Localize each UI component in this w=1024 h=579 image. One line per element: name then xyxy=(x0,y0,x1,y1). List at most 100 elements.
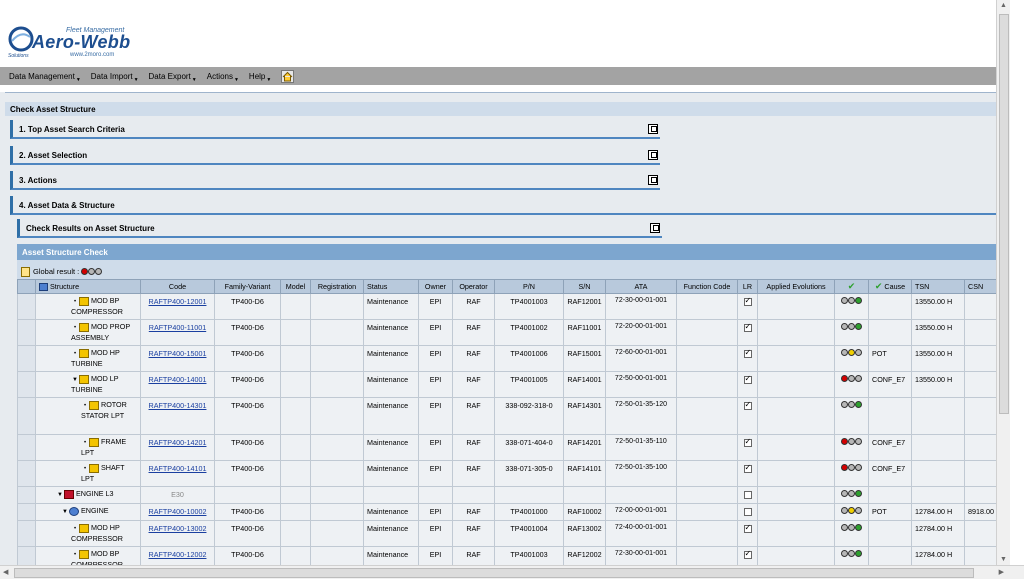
row-selector[interactable] xyxy=(17,397,36,435)
menu-help[interactable]: Help▼ xyxy=(249,72,271,83)
tree-toggle-icon[interactable]: ▼ xyxy=(61,508,69,517)
structure-cell[interactable]: • MOD HP TURBINE xyxy=(35,345,141,372)
scroll-down-icon[interactable]: ▼ xyxy=(1000,556,1007,563)
row-selector[interactable] xyxy=(17,434,36,461)
structure-cell[interactable]: • ROTOR STATOR LPT xyxy=(35,397,141,435)
table-row[interactable]: • ROTOR STATOR LPT RAFTP400-14301 TP400-D6 M… xyxy=(17,397,1006,435)
tree-toggle-icon[interactable]: • xyxy=(71,350,79,359)
structure-cell[interactable]: • MOD BP COMPRESSOR xyxy=(35,293,141,320)
filter-icon[interactable] xyxy=(21,266,30,277)
lr-checkbox[interactable] xyxy=(743,322,752,333)
structure-cell[interactable]: • MOD BP COMPRESSOR xyxy=(35,546,141,565)
lr-cell[interactable] xyxy=(737,371,758,398)
code-cell[interactable]: RAFTP400-12002 xyxy=(140,546,215,565)
lr-checkbox[interactable] xyxy=(743,437,752,448)
col-tsn[interactable]: TSN xyxy=(911,279,965,294)
code-cell[interactable]: RAFTP400-13002 xyxy=(140,520,215,547)
row-selector[interactable] xyxy=(17,520,36,547)
structure-cell[interactable]: • MOD PROP ASSEMBLY xyxy=(35,319,141,346)
col-code[interactable]: Code xyxy=(140,279,215,294)
col-sn[interactable]: S/N xyxy=(563,279,606,294)
tree-toggle-icon[interactable]: • xyxy=(71,551,79,560)
tree-toggle-icon[interactable]: • xyxy=(81,402,89,411)
lr-checkbox[interactable] xyxy=(743,296,752,307)
table-row[interactable]: • MOD HP COMPRESSOR RAFTP400-13002 TP400-D6… xyxy=(17,520,1006,547)
lr-cell[interactable] xyxy=(737,520,758,547)
code-cell[interactable]: RAFTP400-14301 xyxy=(140,397,215,435)
row-selector[interactable] xyxy=(17,293,36,320)
menu-data-management[interactable]: Data Management▼ xyxy=(9,72,81,83)
structure-cell[interactable]: ▼ ENGINE xyxy=(35,503,141,521)
structure-cell[interactable]: • SHAFT LPT xyxy=(35,460,141,487)
col-owner[interactable]: Owner xyxy=(418,279,453,294)
code-cell[interactable]: RAFTP400-14001 xyxy=(140,371,215,398)
asset-code-link[interactable]: RAFTP400-14201 xyxy=(149,438,207,447)
code-cell[interactable]: RAFTP400-11001 xyxy=(140,319,215,346)
structure-cell[interactable]: • FRAME LPT xyxy=(35,434,141,461)
section-asset-data[interactable]: 4. Asset Data & Structure xyxy=(10,196,1010,215)
col-structure[interactable]: Structure xyxy=(35,279,141,294)
table-row[interactable]: • MOD BP COMPRESSOR RAFTP400-12002 TP400-D6… xyxy=(17,546,1006,565)
scroll-thumb[interactable] xyxy=(999,14,1009,414)
lr-cell[interactable] xyxy=(737,503,758,521)
lr-cell[interactable] xyxy=(737,434,758,461)
asset-code-link[interactable]: RAFTP400-10002 xyxy=(149,507,207,516)
home-icon[interactable] xyxy=(281,69,295,83)
section-actions[interactable]: 3. Actions xyxy=(10,171,660,190)
table-row[interactable]: • FRAME LPT RAFTP400-14201 TP400-D6 Maintena… xyxy=(17,434,1006,461)
col-pn[interactable]: P/N xyxy=(494,279,564,294)
scroll-thumb[interactable] xyxy=(14,568,974,578)
lr-cell[interactable] xyxy=(737,460,758,487)
expand-toggle-icon[interactable] xyxy=(648,124,658,134)
lr-cell[interactable] xyxy=(737,486,758,504)
tree-toggle-icon[interactable]: • xyxy=(71,525,79,534)
row-selector[interactable] xyxy=(17,486,36,504)
lr-cell[interactable] xyxy=(737,293,758,320)
scroll-up-icon[interactable]: ▲ xyxy=(1000,2,1007,9)
tree-toggle-icon[interactable]: • xyxy=(71,298,79,307)
lr-checkbox[interactable] xyxy=(743,549,752,560)
horizontal-scrollbar[interactable]: ◀ ▶ xyxy=(0,565,1024,579)
asset-code-link[interactable]: RAFTP400-13002 xyxy=(149,524,207,533)
lr-checkbox[interactable] xyxy=(743,400,752,411)
col-operator[interactable]: Operator xyxy=(452,279,495,294)
lr-checkbox[interactable] xyxy=(743,374,752,385)
col-ata[interactable]: ATA xyxy=(605,279,677,294)
lr-checkbox[interactable] xyxy=(743,491,752,500)
code-cell[interactable]: RAFTP400-12001 xyxy=(140,293,215,320)
tree-toggle-icon[interactable]: • xyxy=(81,439,89,448)
row-selector[interactable] xyxy=(17,319,36,346)
col-model[interactable]: Model xyxy=(280,279,311,294)
expand-toggle-icon[interactable] xyxy=(648,175,658,185)
table-row[interactable]: • MOD BP COMPRESSOR RAFTP400-12001 TP400-D6… xyxy=(17,293,1006,320)
lr-cell[interactable] xyxy=(737,345,758,372)
code-cell[interactable]: RAFTP400-10002 xyxy=(140,503,215,521)
structure-cell[interactable]: • MOD HP COMPRESSOR xyxy=(35,520,141,547)
asset-code-link[interactable]: RAFTP400-14001 xyxy=(149,375,207,384)
lr-checkbox[interactable] xyxy=(743,523,752,534)
lr-cell[interactable] xyxy=(737,319,758,346)
lr-checkbox[interactable] xyxy=(743,508,752,517)
row-selector[interactable] xyxy=(17,546,36,565)
tree-toggle-icon[interactable]: • xyxy=(81,465,89,474)
section-check-results[interactable]: Check Results on Asset Structure xyxy=(17,219,662,238)
asset-code-link[interactable]: RAFTP400-12002 xyxy=(149,550,207,559)
vertical-scrollbar[interactable]: ▲ ▼ xyxy=(996,0,1010,565)
lr-checkbox[interactable] xyxy=(743,348,752,359)
section-asset-selection[interactable]: 2. Asset Selection xyxy=(10,146,660,165)
lr-cell[interactable] xyxy=(737,546,758,565)
row-selector[interactable] xyxy=(17,371,36,398)
lr-cell[interactable] xyxy=(737,397,758,435)
structure-cell[interactable]: ▼ ENGINE L3 xyxy=(35,486,141,504)
code-cell[interactable]: RAFTP400-14101 xyxy=(140,460,215,487)
asset-code-link[interactable]: RAFTP400-14301 xyxy=(149,401,207,410)
col-function-code[interactable]: Function Code xyxy=(676,279,738,294)
menu-data-import[interactable]: Data Import▼ xyxy=(91,72,139,83)
section-top-asset-search[interactable]: 1. Top Asset Search Criteria xyxy=(10,120,660,139)
code-cell[interactable]: E30 xyxy=(140,486,215,504)
scroll-right-icon[interactable]: ▶ xyxy=(999,568,1004,576)
table-row[interactable]: • SHAFT LPT RAFTP400-14101 TP400-D6 Maintena… xyxy=(17,460,1006,487)
asset-code-link[interactable]: RAFTP400-11001 xyxy=(149,323,206,332)
table-row[interactable]: ▼ ENGINE RAFTP400-10002 TP400-D6 Maintenance… xyxy=(17,503,1006,521)
col-applied-evolutions[interactable]: Applied Evolutions xyxy=(757,279,835,294)
